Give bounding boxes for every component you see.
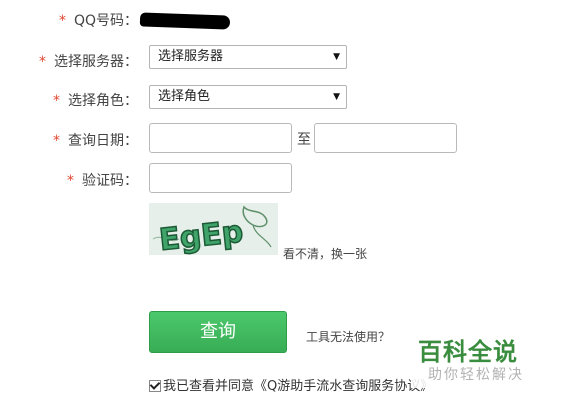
captcha-refresh-link[interactable]: 看不清，换一张 xyxy=(283,245,367,262)
date-label: 查询日期： xyxy=(68,133,138,149)
required-star: * xyxy=(67,173,74,189)
captcha-image[interactable]: EgEp xyxy=(149,203,278,255)
qq-number-redacted xyxy=(139,12,231,30)
server-label-wrap: * 选择服务器： xyxy=(39,51,138,71)
required-star: * xyxy=(53,133,60,149)
agreement-text[interactable]: 我已查看并同意《Q游助手流水查询服务协议》 xyxy=(163,379,433,394)
server-select[interactable]: 选择服务器 ▼ xyxy=(149,45,347,69)
watermark-slogan: 助你轻松解决 xyxy=(428,367,524,383)
role-label: 选择角色： xyxy=(68,93,138,109)
qq-label-wrap: * QQ号码： xyxy=(59,10,138,30)
agreement-row: 我已查看并同意《Q游助手流水查询服务协议》 xyxy=(149,375,433,394)
required-star: * xyxy=(53,93,60,109)
query-button[interactable]: 查询 xyxy=(149,311,287,353)
date-start-input[interactable] xyxy=(149,123,292,153)
role-select-value: 选择角色 xyxy=(158,89,211,104)
captcha-label: 验证码： xyxy=(82,173,138,189)
date-label-wrap: * 查询日期： xyxy=(53,130,138,150)
server-label: 选择服务器： xyxy=(54,54,138,70)
captcha-graphic: EgEp xyxy=(149,203,278,255)
watermark-logo: 百科全说 xyxy=(418,338,518,366)
captcha-label-wrap: * 验证码： xyxy=(67,170,138,190)
date-separator: 至 xyxy=(297,132,311,148)
required-star: * xyxy=(58,13,66,29)
role-label-wrap: * 选择角色： xyxy=(53,90,138,110)
date-end-input[interactable] xyxy=(314,123,457,153)
captcha-input[interactable] xyxy=(149,163,292,193)
dropdown-arrow-icon: ▼ xyxy=(333,92,340,102)
agreement-checkbox[interactable] xyxy=(149,379,161,392)
tool-help-link[interactable]: 工具无法使用？ xyxy=(306,328,390,345)
server-select-value: 选择服务器 xyxy=(158,49,224,64)
qq-label: QQ号码： xyxy=(73,13,138,29)
dropdown-arrow-icon: ▼ xyxy=(333,52,340,62)
required-star: * xyxy=(39,54,46,70)
role-select[interactable]: 选择角色 ▼ xyxy=(149,85,347,109)
